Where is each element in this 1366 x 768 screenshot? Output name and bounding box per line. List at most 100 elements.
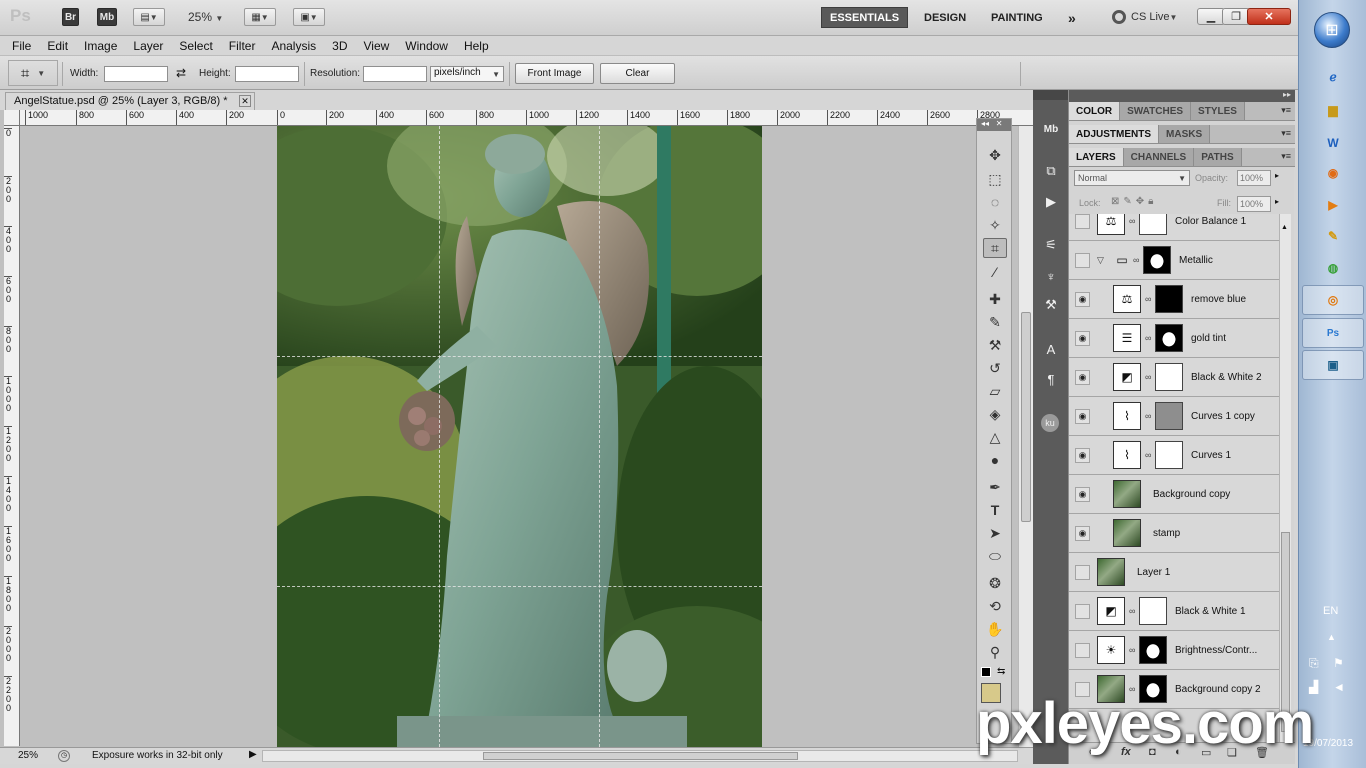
layers-scrollbar[interactable]: ▲ ▼ (1279, 214, 1291, 754)
visibility-toggle[interactable]: ◉ (1075, 448, 1090, 463)
menu-edit[interactable]: Edit (47, 39, 68, 53)
visibility-toggle[interactable]: ◉ (1075, 487, 1090, 502)
paragraph-panel-icon[interactable]: ¶ (1041, 370, 1061, 388)
layer-mask-thumbnail[interactable] (1139, 597, 1167, 625)
layer-name[interactable]: Layer 1 (1137, 567, 1170, 578)
guide-line[interactable] (277, 586, 762, 587)
3d-rotate-tool-icon[interactable]: ❂ (983, 573, 1007, 593)
tab-color[interactable]: COLOR (1069, 102, 1121, 120)
character-panel-icon[interactable]: A (1041, 340, 1061, 358)
layer-row[interactable]: ◉ Background copy (1069, 475, 1279, 514)
mask-link-icon[interactable]: ∞ (1145, 450, 1151, 460)
menu-window[interactable]: Window (405, 39, 448, 53)
tool-presets-panel-icon[interactable]: ⚒ (1041, 296, 1061, 314)
brush-tool-icon[interactable]: ✎ (983, 312, 1007, 332)
screen-mode-dropdown[interactable]: ▣ ▼ (293, 8, 325, 26)
fill-field[interactable]: 100% (1237, 196, 1271, 212)
paint-bucket-tool-icon[interactable]: ◈ (983, 404, 1007, 424)
tab-styles[interactable]: STYLES (1191, 102, 1245, 120)
arrange-documents-dropdown[interactable]: ▦ ▼ (244, 8, 276, 26)
color-balance-icon[interactable]: ⚖︎ (1097, 214, 1125, 235)
horizontal-scrollbar[interactable] (262, 750, 1018, 762)
curves-icon[interactable]: ⌇ (1113, 402, 1141, 430)
panel-menu-icon[interactable]: ▾≡ (1281, 128, 1291, 139)
zoom-tool-icon[interactable]: ⚲ (983, 642, 1007, 662)
blend-mode-select[interactable]: Normal ▼ (1074, 170, 1190, 186)
layer-mask-thumbnail[interactable] (1139, 214, 1167, 235)
guide-line[interactable] (277, 356, 762, 357)
image-thumbnail[interactable] (1113, 480, 1141, 508)
mask-link-icon[interactable]: ∞ (1145, 294, 1151, 304)
type-tool-icon[interactable]: T (983, 500, 1007, 520)
layer-mask-thumbnail[interactable] (1155, 441, 1183, 469)
layer-row[interactable]: ▽ ▭ ∞ Metallic (1069, 241, 1279, 280)
visibility-toggle[interactable]: ◉ (1075, 409, 1090, 424)
shape-tool-icon[interactable]: ⬭ (983, 546, 1007, 566)
mask-link-icon[interactable]: ∞ (1133, 255, 1139, 265)
scroll-thumb[interactable] (1021, 312, 1031, 522)
menu-view[interactable]: View (363, 39, 389, 53)
visibility-toggle[interactable]: ◉ (1075, 526, 1090, 541)
taskbar-firefox[interactable]: ◉ (1302, 158, 1364, 188)
lasso-tool-icon[interactable]: ◌ (983, 192, 1007, 212)
zoom-level-dropdown[interactable]: 25% ▼ (188, 10, 223, 24)
history-brush-tool-icon[interactable]: ↺ (983, 358, 1007, 378)
layer-row[interactable]: ◉ stamp (1069, 514, 1279, 553)
layer-name[interactable]: Brightness/Contr... (1175, 645, 1257, 656)
eraser-tool-icon[interactable]: ▱ (983, 381, 1007, 401)
layer-row[interactable]: ◉ ⌇ ∞ Curves 1 (1069, 436, 1279, 475)
view-extras-dropdown[interactable]: ▤ ▼ (133, 8, 165, 26)
taskbar-window[interactable]: ▣ (1302, 350, 1364, 380)
layer-name[interactable]: remove blue (1191, 294, 1246, 305)
layer-row[interactable]: Layer 1 (1069, 553, 1279, 592)
layer-name[interactable]: Metallic (1179, 255, 1213, 266)
layer-mask-thumbnail[interactable] (1155, 324, 1183, 352)
mask-link-icon[interactable]: ∞ (1145, 411, 1151, 421)
status-info-icon[interactable]: ◷ (58, 750, 70, 762)
close-button[interactable]: ✕ (1247, 8, 1291, 25)
scroll-up-icon[interactable]: ▲ (1281, 224, 1288, 231)
default-colors-icon[interactable] (981, 667, 991, 677)
layer-name[interactable]: Background copy (1153, 489, 1230, 500)
menu-help[interactable]: Help (464, 39, 489, 53)
chevron-right-icon[interactable]: ▸ (1275, 171, 1279, 180)
actions-panel-icon[interactable]: ▶ (1041, 193, 1061, 211)
width-field[interactable] (104, 66, 168, 82)
menu-filter[interactable]: Filter (229, 39, 256, 53)
image-thumbnail[interactable] (1113, 519, 1141, 547)
marquee-tool-icon[interactable]: ⬚ (983, 169, 1007, 189)
layer-row[interactable]: ◉ ⚖︎ ∞ remove blue (1069, 280, 1279, 319)
swap-icon[interactable]: ⇄ (176, 66, 186, 80)
mask-link-icon[interactable]: ∞ (1145, 333, 1151, 343)
black-white-icon[interactable]: ◩ (1113, 363, 1141, 391)
taskbar-ie[interactable]: ℯ (1302, 62, 1364, 92)
taskbar-media-player[interactable]: ▶ (1302, 190, 1364, 220)
tab-layers[interactable]: LAYERS (1069, 148, 1124, 166)
bridge-button[interactable]: Br (62, 8, 79, 26)
image-thumbnail[interactable] (1097, 558, 1125, 586)
layer-row[interactable]: ◉ ⌇ ∞ Curves 1 copy (1069, 397, 1279, 436)
layer-name[interactable]: Color Balance 1 (1175, 216, 1246, 227)
document-tab[interactable]: AngelStatue.psd @ 25% (Layer 3, RGB/8) *… (5, 92, 255, 110)
layer-row[interactable]: ☀ ∞ Brightness/Contr... (1069, 631, 1279, 670)
panel-menu-icon[interactable]: ▾≡ (1281, 105, 1291, 116)
vertical-scrollbar[interactable] (1018, 126, 1033, 747)
flag-icon[interactable]: ⚑ (1333, 656, 1344, 670)
clone-source-panel-icon[interactable]: ♆ (1041, 267, 1061, 285)
black-white-icon[interactable]: ◩ (1097, 597, 1125, 625)
status-menu-arrow[interactable]: ▶ (249, 749, 257, 760)
layer-mask-thumbnail[interactable] (1139, 636, 1167, 664)
3d-orbit-tool-icon[interactable]: ⟲ (983, 596, 1007, 616)
volume-icon[interactable]: ◄ (1333, 680, 1345, 694)
guide-line[interactable] (599, 126, 600, 747)
healing-brush-tool-icon[interactable]: ✚ (983, 289, 1007, 309)
tab-paths[interactable]: PATHS (1194, 148, 1242, 166)
menu-image[interactable]: Image (84, 39, 117, 53)
more-workspaces-button[interactable]: » (1060, 7, 1084, 28)
chevron-right-icon[interactable]: ▸ (1275, 197, 1279, 206)
layer-mask-thumbnail[interactable] (1155, 402, 1183, 430)
close-icon[interactable]: ✕ (239, 95, 251, 107)
mini-bridge-button[interactable]: Mb (97, 8, 117, 26)
tool-preset-picker[interactable]: ⌗ ▼ (8, 60, 58, 86)
layer-name[interactable]: Black & White 1 (1175, 606, 1246, 617)
